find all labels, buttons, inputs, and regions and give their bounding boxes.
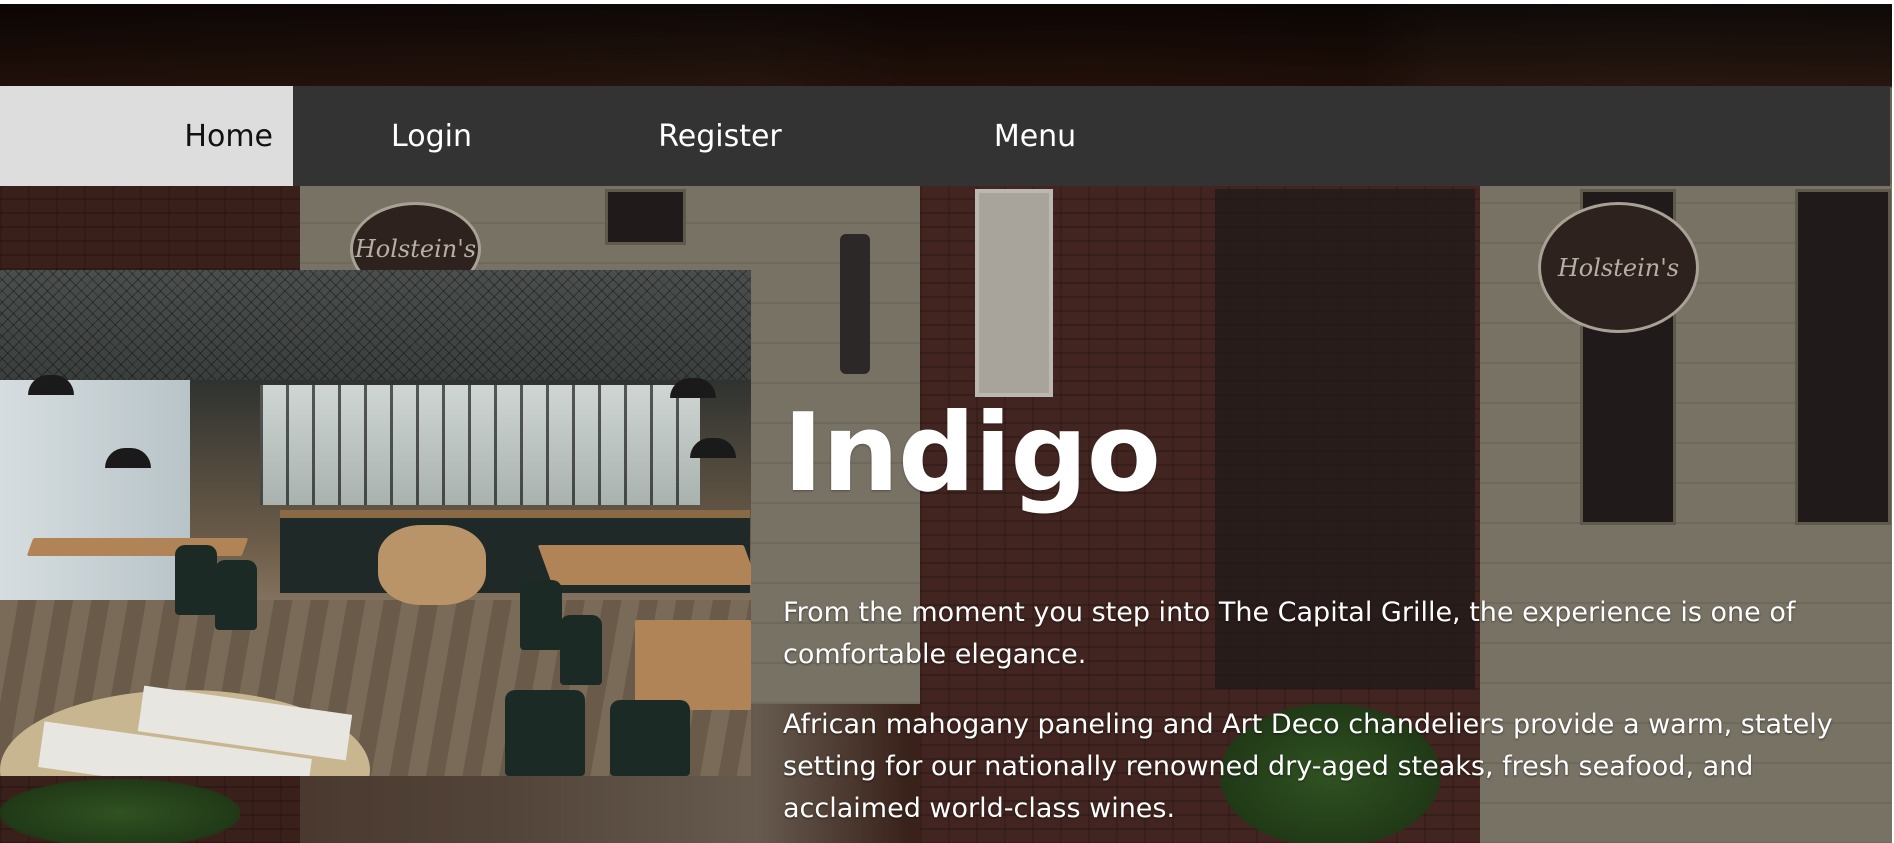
table [537,545,751,585]
nav-login[interactable]: Login [293,86,570,186]
page: Holstein's Holstein's Home Login Registe… [0,0,1894,843]
nav-home[interactable]: Home [0,86,293,186]
chair [520,580,562,650]
nav-menu-label: Menu [993,118,1077,154]
ceiling-net [0,270,751,380]
pendant-lamp [670,378,716,398]
chair [610,700,690,776]
top-navigation: Home Login Register Menu [0,86,1890,186]
bar-shelves [260,385,700,505]
nav-register[interactable]: Register [570,86,870,186]
chair [560,615,602,685]
chair [215,560,257,630]
chair [505,690,585,776]
chair [175,545,217,615]
cafe-interior-photo [0,270,751,776]
nav-home-label: Home [184,118,273,154]
nav-register-label: Register [658,118,782,154]
nav-menu[interactable]: Menu [870,86,1200,186]
hero-content: Indigo From the moment you step into The… [783,400,1843,843]
description-paragraph: African mahogany paneling and Art Deco c… [783,709,1833,824]
cafe-window [0,380,190,630]
site-title: Indigo [783,391,1161,516]
table [635,620,751,710]
pastry-display [378,525,486,605]
intro-paragraph: From the moment you step into The Capita… [783,597,1796,670]
nav-login-label: Login [391,118,472,154]
